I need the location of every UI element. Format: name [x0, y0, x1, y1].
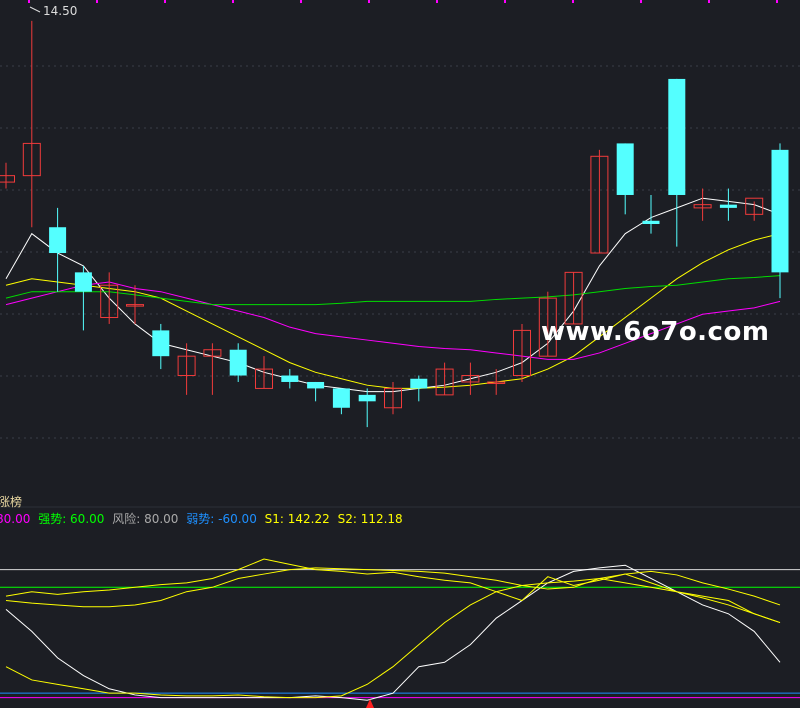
indicator-title: 涨榜 [0, 495, 23, 509]
legend-item-s1: S1: 142.22 [264, 512, 330, 526]
candle-body-down [616, 143, 634, 195]
top-marker-dot [368, 0, 370, 3]
legend-item-risk: 风险: 80.00 [112, 512, 179, 526]
legend-item-s2: S2: 112.18 [337, 512, 403, 526]
candle-body-down [358, 394, 376, 402]
candle-body-down [229, 349, 247, 376]
candle-body-down [771, 149, 789, 273]
top-marker-dot [776, 0, 778, 3]
chart-canvas [0, 0, 800, 708]
candle-body-down [307, 381, 325, 389]
indicator-legend: 80.00 强势: 60.00 风险: 80.00 弱势: -60.00 S1:… [0, 510, 407, 527]
top-marker-dot [640, 0, 642, 3]
top-marker-dot [436, 0, 438, 3]
top-marker-dot [708, 0, 710, 3]
top-marker-dot [28, 0, 30, 3]
candle-body-up [0, 175, 15, 183]
candle-body-down [719, 204, 737, 208]
candle-body-down [281, 375, 299, 382]
indicator-series-line [5, 558, 781, 624]
top-marker-dot [164, 0, 166, 3]
high-price-label: 14.50 [43, 4, 78, 18]
candle-body-down [152, 330, 170, 357]
candle-body-down [49, 227, 67, 254]
candle-body-down [74, 272, 92, 292]
indicator-series-line [5, 564, 781, 701]
legend-item-strong: 强势: 60.00 [38, 512, 105, 526]
indicator-series-line [5, 577, 781, 699]
ma5-line [5, 197, 781, 393]
top-marker-dot [572, 0, 574, 3]
top-marker-dot [232, 0, 234, 3]
legend-item-level-80: 80.00 [0, 512, 31, 526]
candle-body-down [410, 378, 428, 389]
top-marker-dot [300, 0, 302, 3]
top-marker-dot [96, 0, 98, 3]
candle-body-down [642, 220, 660, 224]
candle-body-down [668, 78, 686, 195]
high-pointer [29, 6, 41, 13]
top-marker-dot [504, 0, 506, 3]
legend-item-weak: 弱势: -60.00 [186, 512, 257, 526]
watermark-text: www.6o7o.com [541, 317, 770, 347]
candle-body-down [332, 388, 350, 408]
